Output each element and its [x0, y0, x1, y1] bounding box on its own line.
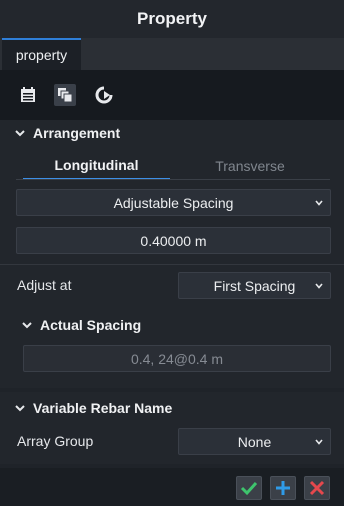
spacing-value-text: 0.40000 m: [140, 232, 207, 249]
variable-rebar-section-header[interactable]: Variable Rebar Name: [0, 395, 344, 421]
arrangement-section-header[interactable]: Arrangement: [0, 120, 344, 146]
tab-property[interactable]: property: [2, 38, 81, 70]
chevron-down-icon: [315, 439, 323, 445]
spacing-mode-value: Adjustable Spacing: [113, 194, 234, 211]
actual-spacing-header[interactable]: Actual Spacing: [0, 312, 344, 338]
close-icon: [309, 480, 325, 496]
confirm-button[interactable]: [236, 476, 262, 500]
calendar-icon[interactable]: [17, 84, 39, 106]
check-icon: [240, 481, 258, 496]
adjust-at-select[interactable]: First Spacing: [178, 272, 331, 299]
segment-underline: [16, 179, 330, 180]
spacing-mode-select[interactable]: Adjustable Spacing: [16, 189, 331, 216]
plus-icon: [276, 481, 290, 495]
chevron-down-icon: [15, 130, 25, 137]
layers-icon[interactable]: [54, 84, 76, 106]
footer-actions: [0, 468, 344, 506]
chevron-down-icon: [315, 200, 323, 206]
actual-spacing-field: 0.4, 24@0.4 m: [23, 345, 331, 372]
variable-rebar-title: Variable Rebar Name: [33, 400, 173, 416]
adjust-at-label: Adjust at: [17, 277, 72, 293]
panel-title: Property: [137, 9, 207, 28]
tab-transverse[interactable]: Transverse: [172, 152, 328, 180]
cancel-button[interactable]: [304, 476, 330, 500]
toolbar: [0, 70, 344, 120]
divider: [0, 264, 344, 265]
chevron-down-icon: [315, 283, 323, 289]
actual-spacing-value: 0.4, 24@0.4 m: [130, 350, 224, 367]
refresh-icon[interactable]: [93, 84, 115, 106]
array-group-value: None: [237, 433, 272, 450]
tab-strip: property: [0, 38, 344, 70]
array-group-label: Array Group: [17, 433, 94, 449]
add-button[interactable]: [270, 476, 296, 500]
adjust-at-value: First Spacing: [213, 277, 296, 294]
spacing-value-input[interactable]: 0.40000 m: [16, 227, 331, 254]
arrangement-title: Arrangement: [33, 125, 121, 141]
tab-longitudinal[interactable]: Longitudinal: [23, 152, 170, 180]
array-group-select[interactable]: None: [178, 428, 331, 455]
panel-title-bar: Property: [0, 0, 344, 38]
chevron-down-icon: [15, 405, 25, 412]
chevron-down-icon: [22, 322, 32, 329]
actual-spacing-title: Actual Spacing: [40, 317, 142, 333]
